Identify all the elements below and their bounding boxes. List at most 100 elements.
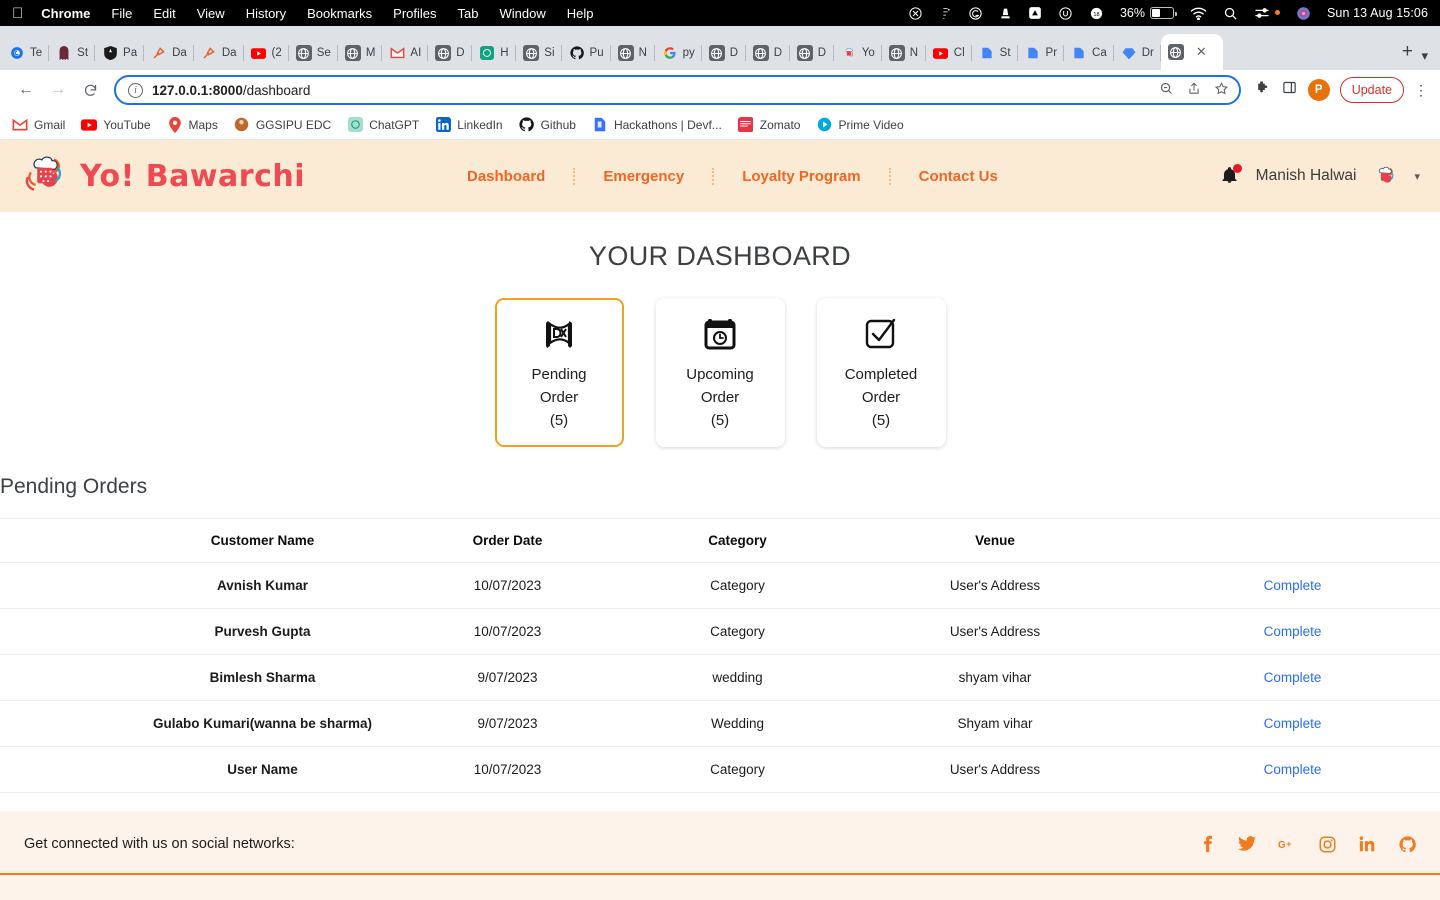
table-cell-blank [0, 608, 140, 655]
card-upcoming-order[interactable]: Upcoming Order (5) [655, 298, 785, 447]
share-icon[interactable] [1187, 81, 1201, 99]
browser-tab[interactable]: Da [194, 36, 244, 70]
browser-tab[interactable]: D [746, 36, 790, 70]
zoom-out-icon[interactable] [1159, 81, 1174, 99]
figma-icon[interactable] [939, 6, 952, 21]
browser-tab[interactable]: Pa [95, 36, 145, 70]
complete-order-link[interactable]: Complete [1264, 624, 1322, 639]
linkedin-icon[interactable] [1358, 835, 1376, 853]
nav-item-contact-us[interactable]: Contact Us [907, 168, 1010, 185]
spotlight-search-icon[interactable] [1223, 6, 1238, 21]
card-pending-order[interactable]: Pending Order (5) [494, 298, 624, 447]
browser-tab[interactable]: N [611, 36, 655, 70]
address-bar[interactable]: i 127.0.0.1:8000/dashboard [114, 75, 1241, 105]
siri-icon[interactable] [1296, 6, 1311, 21]
google-plus-icon[interactable]: G + [1278, 835, 1296, 853]
twitter-icon[interactable] [1238, 835, 1256, 853]
vlc-icon[interactable] [999, 6, 1012, 21]
browser-tab[interactable]: D [428, 36, 473, 70]
bookmark-item[interactable]: ChatGPT [347, 117, 419, 133]
nav-item-loyalty-program[interactable]: Loyalty Program [730, 168, 872, 185]
browser-tab[interactable]: Ca [1064, 36, 1114, 70]
menu-item-help[interactable]: Help [567, 6, 594, 21]
bookmark-item[interactable]: Maps [167, 116, 218, 133]
control-center-icon[interactable] [1254, 6, 1270, 20]
nav-item-emergency[interactable]: Emergency [591, 168, 696, 185]
browser-tab[interactable]: N [882, 36, 926, 70]
dropbox-icon[interactable] [908, 6, 923, 21]
menu-bar-clock[interactable]: Sun 13 Aug 15:06 [1327, 6, 1428, 20]
bookmark-item[interactable]: Gmail [12, 117, 65, 133]
side-panel-icon[interactable] [1282, 80, 1297, 100]
grammarly-icon[interactable] [968, 6, 983, 21]
menu-item-history[interactable]: History [246, 6, 286, 21]
menu-item-chrome[interactable]: Chrome [41, 6, 90, 21]
github-icon[interactable] [1398, 835, 1416, 853]
complete-order-link[interactable]: Complete [1264, 716, 1322, 731]
bookmark-item[interactable]: YouTube [81, 117, 151, 133]
browser-tab[interactable]: M [338, 36, 383, 70]
bookmark-item[interactable]: Prime Video [816, 117, 904, 133]
wifi-icon[interactable] [1190, 7, 1207, 20]
menu-item-tab[interactable]: Tab [458, 6, 479, 21]
browser-tab[interactable]: Pu [562, 36, 611, 70]
card-completed-order[interactable]: Completed Order (5) [816, 298, 946, 447]
browser-tab[interactable]: Dr [1114, 36, 1161, 70]
browser-tab[interactable]: St [972, 36, 1018, 70]
chevron-down-icon[interactable]: ▾ [1414, 170, 1420, 183]
back-arrow-icon[interactable]: ← [12, 76, 40, 104]
close-icon[interactable]: ✕ [1196, 44, 1207, 60]
browser-tab[interactable]: Si [516, 36, 562, 70]
brand-logo[interactable]: Yo! Bawarchi [20, 149, 305, 204]
battery-status[interactable]: 36% [1120, 6, 1177, 20]
arc-icon[interactable] [1028, 6, 1042, 20]
new-tab-button[interactable]: + [1393, 38, 1421, 66]
tab-label: Cl [953, 47, 965, 59]
menu-item-view[interactable]: View [197, 6, 225, 21]
browser-tab[interactable]: H [472, 36, 517, 70]
kebab-menu-icon[interactable]: ⋮ [1414, 82, 1428, 99]
puzzle-icon[interactable] [1255, 80, 1271, 101]
browser-tab[interactable]: St [49, 36, 95, 70]
instagram-icon[interactable] [1318, 835, 1336, 853]
menu-item-window[interactable]: Window [500, 6, 546, 21]
reload-icon[interactable] [76, 76, 104, 104]
bookmark-item[interactable]: Hackathons | Devf... [592, 117, 722, 133]
browser-tab[interactable]: D [702, 36, 746, 70]
complete-order-link[interactable]: Complete [1264, 670, 1322, 685]
notification-bell-icon[interactable] [1220, 164, 1242, 187]
browser-tab[interactable]: D [790, 36, 834, 70]
cleaner-icon[interactable]: 18 [1089, 6, 1104, 21]
menu-item-bookmarks[interactable]: Bookmarks [307, 6, 372, 21]
browser-tab[interactable]: Se [289, 36, 338, 70]
browser-tab[interactable]: Yo [834, 36, 882, 70]
apple-icon[interactable]:  [12, 6, 23, 21]
bookmark-item[interactable]: LinkedIn [435, 117, 503, 133]
browser-tab[interactable]: Te [2, 36, 50, 70]
star-icon[interactable] [1214, 81, 1229, 99]
browser-tab[interactable]: Da [144, 36, 194, 70]
browser-tab[interactable]: AI [382, 36, 429, 70]
bookmark-item[interactable]: Zomato [738, 117, 800, 133]
update-button[interactable]: Update [1339, 77, 1404, 103]
profile-avatar[interactable]: P [1307, 79, 1330, 101]
nav-item-dashboard[interactable]: Dashboard [455, 168, 557, 185]
browser-tab[interactable]: py [655, 36, 702, 70]
browser-tab-active[interactable]: ✕ [1160, 34, 1223, 70]
menu-item-profiles[interactable]: Profiles [393, 6, 436, 21]
menu-item-edit[interactable]: Edit [153, 6, 175, 21]
browser-tab[interactable]: Cl [926, 36, 972, 70]
complete-order-link[interactable]: Complete [1264, 578, 1322, 593]
chef-avatar-icon[interactable] [1372, 163, 1398, 189]
browser-tab[interactable]: Pr [1018, 36, 1065, 70]
site-info-icon[interactable]: i [128, 82, 143, 98]
chevron-down-icon[interactable]: ▾ [1421, 48, 1428, 64]
bookmark-item[interactable]: GGSIPU EDC [234, 117, 331, 133]
forward-arrow-icon[interactable]: → [44, 76, 72, 104]
complete-order-link[interactable]: Complete [1264, 762, 1322, 777]
browser-tab[interactable]: (2 [244, 36, 289, 70]
facebook-icon[interactable] [1198, 835, 1216, 853]
bookmark-item[interactable]: Github [519, 117, 576, 133]
utorrent-icon[interactable] [1058, 6, 1073, 21]
menu-item-file[interactable]: File [111, 6, 132, 21]
